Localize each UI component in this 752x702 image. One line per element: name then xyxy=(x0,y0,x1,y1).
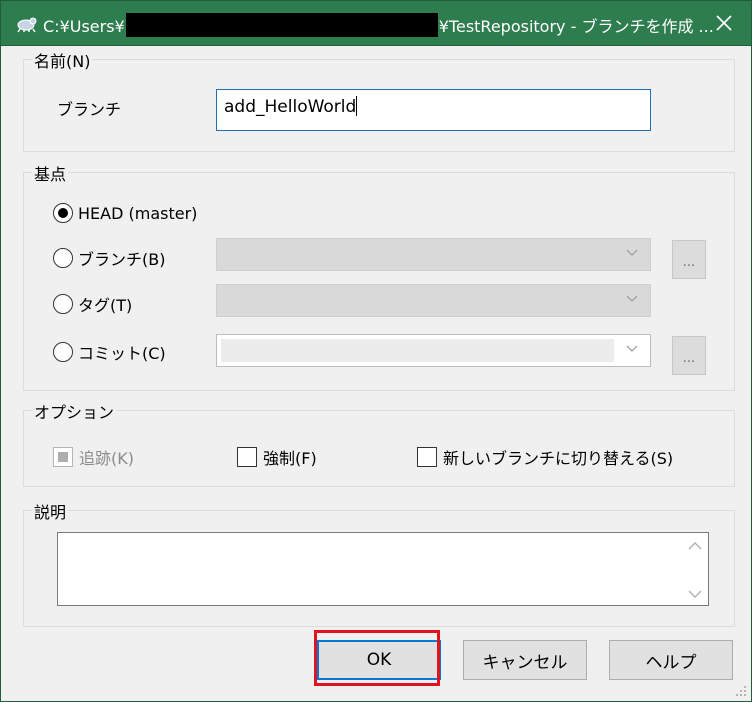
radio-selected-dot xyxy=(58,208,68,218)
commit-browse-button[interactable]: ... xyxy=(672,336,706,375)
force-label: 強制(F) xyxy=(263,449,317,468)
radio-branch-label: ブランチ(B) xyxy=(78,250,166,269)
help-button[interactable]: ヘルプ xyxy=(609,640,733,680)
window-title: C:¥Users¥ ¥TestRepository - ブランチを作成 ... xyxy=(43,13,714,37)
radio-head-label: HEAD (master) xyxy=(78,203,198,223)
redacted-username xyxy=(125,13,438,37)
radio-commit[interactable]: コミット(C) xyxy=(53,340,166,364)
radio-tag-circle xyxy=(53,294,73,314)
title-suffix: ¥TestRepository - ブランチを作成 ... xyxy=(438,17,714,36)
branch-combo[interactable] xyxy=(216,238,651,271)
description-group-label: 説明 xyxy=(32,499,69,523)
indeterminate-fill xyxy=(58,452,68,462)
chevron-down-icon xyxy=(626,295,638,302)
text-caret xyxy=(356,96,358,116)
chevron-down-icon xyxy=(626,345,638,352)
radio-tag-label: タグ(T) xyxy=(78,296,133,315)
track-checkbox[interactable]: 追跡(K) xyxy=(53,445,134,469)
branch-name-input[interactable]: add_HelloWorld xyxy=(216,89,651,131)
tag-combo[interactable] xyxy=(216,284,651,317)
base-group-label: 基点 xyxy=(32,161,69,185)
scroll-up-icon[interactable] xyxy=(688,541,702,551)
switch-branch-checkbox[interactable]: 新しいブランチに切り替える(S) xyxy=(417,445,673,469)
force-checkbox-box xyxy=(237,447,257,467)
switch-branch-checkbox-box xyxy=(417,447,437,467)
resize-grip-icon[interactable] xyxy=(735,685,747,697)
title-bar[interactable]: C:¥Users¥ ¥TestRepository - ブランチを作成 ... xyxy=(0,0,752,46)
radio-head-circle xyxy=(53,203,73,223)
options-group-label: オプション xyxy=(32,399,117,423)
radio-branch[interactable]: ブランチ(B) xyxy=(53,246,165,270)
track-checkbox-box xyxy=(53,447,73,467)
radio-commit-circle xyxy=(53,342,73,362)
radio-head[interactable]: HEAD (master) xyxy=(53,203,197,223)
commit-combo[interactable] xyxy=(216,334,651,367)
radio-branch-circle xyxy=(53,248,73,268)
title-prefix: C:¥Users¥ xyxy=(43,17,125,36)
scroll-down-icon[interactable] xyxy=(688,589,702,599)
description-textarea[interactable] xyxy=(57,532,709,606)
commit-combo-field[interactable] xyxy=(221,339,614,362)
radio-tag[interactable]: タグ(T) xyxy=(53,292,132,316)
create-branch-dialog: 名前(N) ブランチ add_HelloWorld 基点 HEAD (maste… xyxy=(0,46,752,702)
force-checkbox[interactable]: 強制(F) xyxy=(237,445,317,469)
branch-browse-button[interactable]: ... xyxy=(672,240,706,279)
cancel-button[interactable]: キャンセル xyxy=(463,640,587,680)
branch-name-label: ブランチ xyxy=(57,100,122,119)
branch-name-value: add_HelloWorld xyxy=(224,97,357,117)
switch-branch-label: 新しいブランチに切り替える(S) xyxy=(443,449,674,468)
track-label: 追跡(K) xyxy=(79,449,134,468)
chevron-down-icon xyxy=(626,249,638,256)
tortoisegit-icon xyxy=(17,17,37,33)
radio-commit-label: コミット(C) xyxy=(78,344,166,363)
close-icon xyxy=(716,15,732,31)
ok-highlight-box xyxy=(314,630,440,686)
name-group-label: 名前(N) xyxy=(32,48,93,72)
close-button[interactable] xyxy=(705,7,743,39)
